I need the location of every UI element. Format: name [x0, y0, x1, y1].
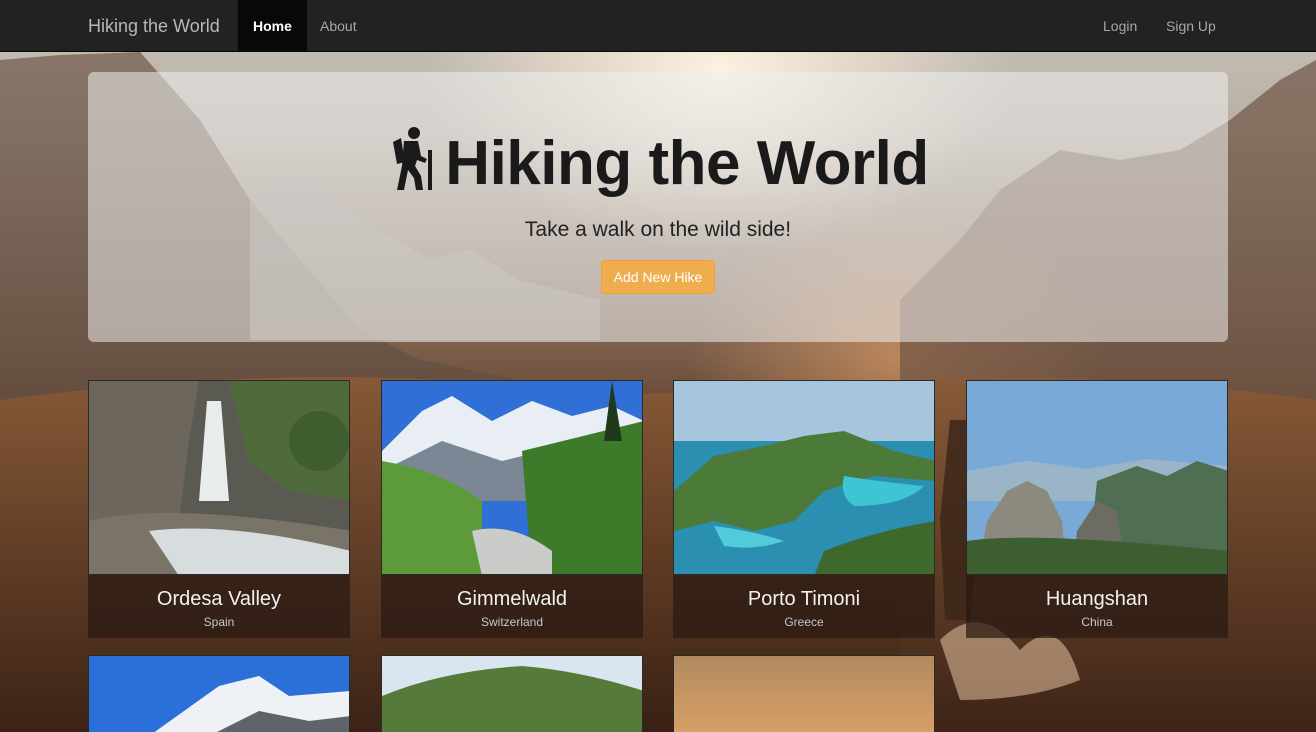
hike-name: Huangshan	[1045, 588, 1149, 610]
hike-photo-alps[interactable]	[381, 380, 643, 575]
hero-subtitle: Take a walk on the wild side!	[524, 218, 792, 241]
hike-name: Porto Timoni	[747, 588, 861, 610]
hike-photo-coast[interactable]	[673, 380, 935, 575]
hero-jumbotron: Hiking the World Take a walk on the wild…	[88, 72, 1228, 342]
hike-photo-waterfall[interactable]	[88, 380, 350, 575]
hike-card[interactable]: Huangshan China	[966, 380, 1228, 638]
navbar-brand[interactable]: Hiking the World	[88, 0, 220, 52]
hike-name: Ordesa Valley	[156, 588, 282, 610]
nav-link-signup[interactable]: Sign Up	[1151, 0, 1231, 52]
hike-card[interactable]: Porto Timoni Greece	[673, 380, 935, 638]
nav-link-home[interactable]: Home	[238, 0, 307, 52]
hike-caption: Huangshan China	[966, 575, 1228, 638]
hike-country: Switzerland	[480, 615, 544, 629]
hike-country: China	[1081, 615, 1113, 629]
nav-link-about[interactable]: About	[305, 0, 372, 52]
hike-caption: Ordesa Valley Spain	[88, 575, 350, 638]
hike-card[interactable]: Gimmelwald Switzerland	[381, 380, 643, 638]
hike-photo-green-hill[interactable]	[381, 655, 643, 732]
hike-country: Spain	[203, 615, 235, 629]
hike-country: Greece	[784, 615, 824, 629]
hike-photo-peaks[interactable]	[966, 380, 1228, 575]
hero-title: Hiking the World	[445, 129, 929, 198]
hike-card[interactable]: Ordesa Valley Spain	[88, 380, 350, 638]
hiker-icon	[387, 126, 437, 192]
hike-caption: Gimmelwald Switzerland	[381, 575, 643, 638]
hike-photo-snow-peak[interactable]	[88, 655, 350, 732]
nav-link-login[interactable]: Login	[1088, 0, 1152, 52]
hike-name: Gimmelwald	[456, 588, 568, 610]
top-navbar: Hiking the World Home About Login Sign U…	[0, 0, 1316, 52]
hero-title-row: Hiking the World	[88, 126, 1228, 199]
hike-photo-sunset[interactable]	[673, 655, 935, 732]
add-new-hike-button[interactable]: Add New Hike	[601, 260, 715, 294]
hike-caption: Porto Timoni Greece	[673, 575, 935, 638]
